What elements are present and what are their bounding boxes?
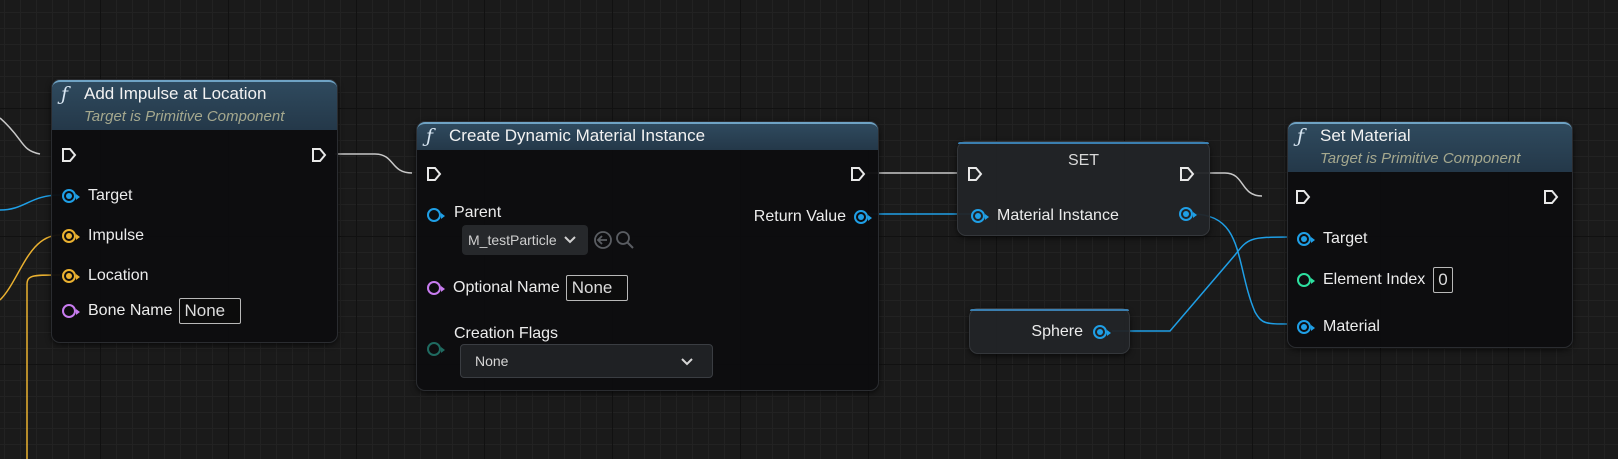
name-pin-icon [427,281,445,295]
exec-wire-incoming [0,117,41,155]
node-accent [958,142,1209,144]
create-dynamic-material-instance-node[interactable]: ƒ Create Dynamic Material Instance Paren… [416,121,879,391]
pin-label: Material Instance [997,207,1119,224]
function-f-icon: ƒ [61,83,69,105]
target-pin[interactable]: Target [1297,230,1367,248]
asset-name: M_testParticle [468,232,557,248]
int-pin-icon [1297,273,1315,287]
name-pin-icon [62,304,80,318]
magnifier-icon[interactable] [615,230,635,250]
pin-label: Optional Name [453,279,560,296]
sphere-getter-node[interactable]: Sphere [969,308,1130,354]
impulse-pin[interactable]: Impulse [62,227,144,245]
parent-asset-picker[interactable]: M_testParticle [462,225,588,255]
vector-pin-icon [62,269,80,283]
node-subtitle: Target is Primitive Component [1320,150,1521,167]
bone-name-field[interactable]: None [178,298,241,324]
exec-in-pin[interactable] [426,166,442,182]
node-subtitle: Target is Primitive Component [84,108,285,125]
pin-label: Element Index [1323,271,1426,288]
exec-out-pin[interactable] [311,147,327,163]
creation-flags-dropdown[interactable]: None [460,344,713,378]
exec-out-pin[interactable] [850,166,866,182]
exec-in-pin[interactable] [967,166,983,182]
parent-label: Parent [454,204,502,221]
element-index-pin[interactable]: Element Index 0 [1297,267,1453,293]
object-pin-icon [854,210,872,224]
exec-in-pin[interactable] [1295,189,1311,205]
function-f-icon: ƒ [1297,125,1305,147]
creation-flags-pin[interactable] [427,342,445,356]
chevron-down-icon [681,358,693,366]
node-title: Set Material [1320,126,1411,145]
chevron-down-icon [563,236,576,244]
pin-label: Bone Name [88,302,173,319]
node-title: Add Impulse at Location [84,84,267,103]
pin-label: Location [88,267,149,284]
exec-out-pin[interactable] [1179,166,1195,182]
pin-label: Impulse [88,227,145,244]
pin-label: Material [1323,318,1380,335]
node-header: ƒ Set Material Target is Primitive Compo… [1288,122,1572,172]
node-title: Create Dynamic Material Instance [449,126,706,145]
target-pin[interactable]: Target [62,187,132,205]
object-pin-icon [1093,325,1111,339]
material-pin[interactable]: Material [1297,318,1380,336]
pin-label: Target [88,187,133,204]
use-selected-arrow-icon[interactable] [593,230,613,250]
creation-flags-label: Creation Flags [454,325,559,342]
object-pin-icon [1297,232,1315,246]
set-material-node[interactable]: ƒ Set Material Target is Primitive Compo… [1287,121,1573,348]
add-impulse-at-location-node[interactable]: ƒ Add Impulse at Location Target is Prim… [51,79,338,343]
object-pin-icon [1297,320,1315,334]
object-pin-icon [427,208,445,222]
vector-pin-icon [62,229,80,243]
exec-wire-impulse-to-dmi [335,153,413,174]
node-title: SET [1067,152,1100,169]
exec-out-pin[interactable] [1543,189,1559,205]
sphere-output-pin[interactable]: Sphere [1031,323,1111,341]
object-pin-icon [971,209,989,223]
material-instance-input-pin[interactable]: Material Instance [971,207,1119,225]
dropdown-value: None [475,353,509,369]
node-header: ƒ Add Impulse at Location Target is Prim… [52,80,337,130]
node-accent [970,309,1129,311]
exec-in-pin[interactable] [61,147,77,163]
element-index-field[interactable]: 0 [1433,267,1453,293]
flags-pin-icon [427,342,445,356]
return-value-pin[interactable]: Return Value [753,208,872,226]
pin-label: Return Value [753,208,846,225]
set-variable-node[interactable]: SET Material Instance [957,141,1210,236]
parent-pin[interactable] [427,208,445,222]
object-wire-sphere-to-target [1112,236,1291,332]
material-instance-output-pin[interactable] [1179,207,1197,221]
location-pin[interactable]: Location [62,267,149,285]
object-pin-icon [1179,207,1197,221]
bone-name-pin[interactable]: Bone Name None [62,298,241,324]
optional-name-field[interactable]: None [565,275,628,301]
pin-label: Sphere [1031,323,1083,340]
object-pin-icon [62,189,80,203]
pin-label: Target [1323,230,1368,247]
function-f-icon: ƒ [426,125,434,147]
optional-name-pin[interactable]: Optional Name None [427,275,628,301]
node-header: ƒ Create Dynamic Material Instance [417,122,878,150]
